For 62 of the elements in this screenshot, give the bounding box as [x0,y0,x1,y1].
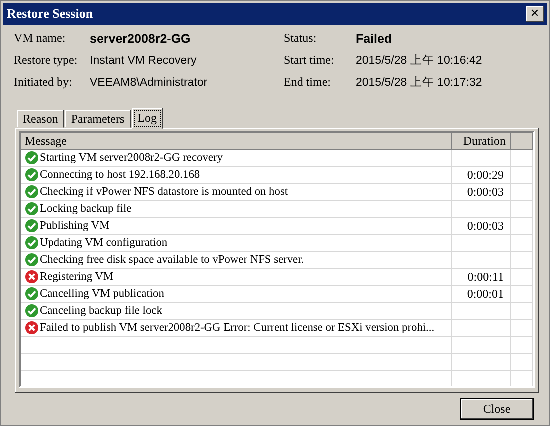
table-cell [511,201,533,218]
field-value: VEEAM8\Administrator [90,76,209,88]
check-icon [25,304,39,318]
table-cell: 0:00:03 [452,218,511,235]
field-value: 2015/5/28 上午 10:17:32 [356,76,484,90]
log-message: Connecting to host 192.168.20.168 [40,169,200,181]
field-value: Instant VM Recovery [90,54,198,66]
table-cell [511,269,533,286]
table-cell [511,303,533,320]
check-icon [25,151,39,165]
window-title: Restore Session [7,6,94,22]
check-icon [25,253,39,267]
table-cell: 0:00:03 [452,184,511,201]
table-cell [511,184,533,201]
log-message: Registering VM [40,271,114,283]
table-cell: 0:00:01 [452,286,511,303]
table-cell [511,320,533,337]
field-label: Status: [284,31,318,46]
field-label: Restore type: [14,53,79,68]
check-icon [25,202,39,216]
table-cell [511,167,533,184]
close-button[interactable]: Close [460,398,534,420]
log-message: Failed to publish VM server2008r2-GG Error: Current license or ESXi version prohi... [40,322,435,334]
log-message: Checking free disk space available to vPower NFS server. [40,254,304,266]
log-message: Updating VM configuration [40,237,168,249]
table-cell [511,235,533,252]
field-value: server2008r2-GG [90,32,192,46]
table-cell: 0:00:29 [452,167,511,184]
log-message: Starting VM server2008r2-GG recovery [40,152,223,164]
log-message: Locking backup file [40,203,132,215]
log-message: Canceling backup file lock [40,305,162,317]
tab[interactable]: Parameters [65,110,131,128]
field-label: Initiated by: [14,75,74,90]
check-icon [25,168,39,182]
table-cell [452,337,511,354]
close-button[interactable]: ✕ [526,6,544,22]
table-cell [511,337,533,354]
field-label: End time: [284,75,332,90]
field-value: 2015/5/28 上午 10:16:42 [356,54,484,68]
table-cell [511,218,533,235]
field-label: VM name: [14,31,67,46]
check-icon [25,185,39,199]
log-message: Cancelling VM publication [40,288,164,300]
table-cell: 0:00:11 [452,269,511,286]
log-message: Checking if vPower NFS datastore is mounted on host [40,186,288,198]
table-cell [511,252,533,269]
table-cell [511,286,533,303]
column-header[interactable]: Message [21,133,452,150]
tab[interactable]: Log [132,108,163,129]
error-icon [25,321,39,335]
check-icon [25,219,39,233]
table-cell [511,150,533,167]
field-label: Start time: [284,53,336,68]
log-message: Publishing VM [40,220,110,232]
check-icon [25,236,39,250]
field-value: Failed [356,32,394,46]
tab[interactable]: Reason [17,110,64,128]
table-cell [452,354,511,371]
error-icon [25,270,39,284]
check-icon [25,287,39,301]
table-cell [511,354,533,371]
column-header[interactable]: Duration [452,133,511,150]
